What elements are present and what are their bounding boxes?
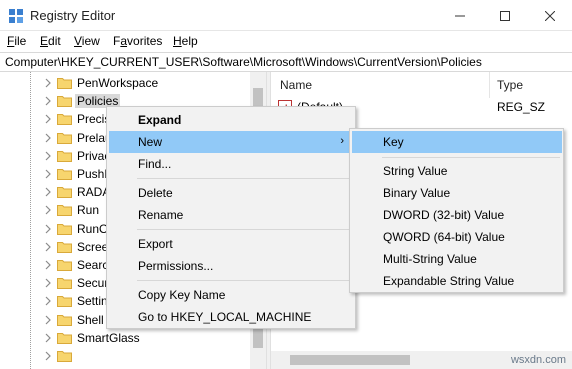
chevron-right-icon[interactable] <box>44 296 52 306</box>
tree-item-label: PenWorkspace <box>77 76 159 90</box>
values-scroll-thumb[interactable] <box>290 355 410 365</box>
menu-favorites[interactable]: Favorites <box>113 34 162 48</box>
new-binary-value[interactable]: Binary Value <box>352 182 562 204</box>
folder-icon <box>57 260 72 271</box>
chevron-right-icon[interactable] <box>44 78 52 88</box>
menu-file[interactable]: File <box>7 34 26 48</box>
new-qword-value[interactable]: QWORD (64-bit) Value <box>352 226 562 248</box>
submenu-arrow-icon: › <box>340 135 344 147</box>
ctx-export[interactable]: Export <box>109 233 354 255</box>
ctx-permissions[interactable]: Permissions... <box>109 255 354 277</box>
menu-separator <box>137 178 352 179</box>
folder-icon <box>57 205 72 217</box>
folder-icon <box>57 132 72 144</box>
chevron-right-icon[interactable] <box>44 169 52 179</box>
folder-icon <box>57 187 72 199</box>
ctx-expand[interactable]: Expand <box>109 109 354 131</box>
minimize-button[interactable] <box>437 0 482 31</box>
watermark: wsxdn.com <box>510 354 566 366</box>
ctx-delete[interactable]: Delete <box>109 182 354 204</box>
menu-separator <box>382 157 560 158</box>
column-divider[interactable] <box>489 72 490 98</box>
tree-item[interactable] <box>0 347 266 365</box>
chevron-right-icon[interactable] <box>44 242 52 252</box>
ctx-find[interactable]: Find... <box>109 153 354 175</box>
chevron-right-icon[interactable] <box>44 133 52 143</box>
tree-item-label: SmartGlass <box>77 330 140 345</box>
folder-icon <box>57 114 72 126</box>
chevron-right-icon[interactable] <box>44 333 52 343</box>
column-header-name[interactable]: Name <box>280 78 312 92</box>
tree-guide-line <box>30 72 31 369</box>
window-title: Registry Editor <box>30 8 116 23</box>
tree-item-label: Run <box>77 203 100 218</box>
chevron-right-icon[interactable] <box>44 187 52 197</box>
chevron-right-icon[interactable] <box>44 151 52 161</box>
new-submenu: Key String Value Binary Value DWORD (32-… <box>349 128 564 293</box>
new-dword-value[interactable]: DWORD (32-bit) Value <box>352 204 562 226</box>
ctx-goto-hklm[interactable]: Go to HKEY_LOCAL_MACHINE <box>109 306 354 328</box>
close-button[interactable] <box>527 0 572 31</box>
folder-icon <box>57 296 72 308</box>
folder-icon <box>57 314 72 326</box>
folder-icon <box>57 278 72 290</box>
new-expandable-string-value[interactable]: Expandable String Value <box>352 270 562 292</box>
folder-icon <box>57 241 72 253</box>
folder-icon <box>57 351 72 362</box>
menu-help[interactable]: Help <box>173 34 198 48</box>
tree-item[interactable]: PenWorkspace <box>0 74 266 92</box>
new-string-value[interactable]: String Value <box>352 160 562 182</box>
chevron-right-icon[interactable] <box>44 114 52 124</box>
folder-icon <box>57 150 72 162</box>
close-icon <box>544 10 555 21</box>
folder-icon <box>57 332 72 344</box>
tree-item[interactable]: SmartGlass <box>0 329 266 347</box>
menu-view[interactable]: View <box>74 34 100 48</box>
maximize-icon <box>499 10 510 21</box>
address-path: Computer\HKEY_CURRENT_USER\Software\Micr… <box>5 55 482 69</box>
chevron-right-icon[interactable] <box>44 278 52 288</box>
folder-icon <box>57 78 72 89</box>
registry-editor-icon <box>9 9 23 23</box>
value-type: REG_SZ <box>497 100 546 114</box>
address-bar[interactable]: Computer\HKEY_CURRENT_USER\Software\Micr… <box>0 52 572 72</box>
title-bar: Registry Editor <box>0 0 572 31</box>
chevron-right-icon[interactable] <box>44 224 52 234</box>
context-menu: Expand New › Find... Delete Rename Export… <box>106 106 356 329</box>
chevron-right-icon[interactable] <box>44 351 52 361</box>
chevron-right-icon[interactable] <box>44 205 52 215</box>
column-header-type[interactable]: Type <box>497 78 523 92</box>
chevron-right-icon[interactable] <box>44 260 52 270</box>
ctx-copy-key-name[interactable]: Copy Key Name <box>109 284 354 306</box>
new-multi-string-value[interactable]: Multi-String Value <box>352 248 562 270</box>
menu-separator <box>137 229 352 230</box>
chevron-right-icon[interactable] <box>44 96 52 106</box>
chevron-right-icon[interactable] <box>44 315 52 325</box>
menu-bar: File Edit View Favorites Help <box>0 31 572 52</box>
folder-icon <box>57 223 72 235</box>
minimize-icon <box>454 15 465 16</box>
folder-icon <box>57 169 72 180</box>
menu-edit[interactable]: Edit <box>40 34 61 48</box>
ctx-new[interactable]: New › <box>109 131 354 153</box>
new-key[interactable]: Key <box>352 131 562 153</box>
menu-separator <box>137 280 352 281</box>
folder-icon <box>57 96 72 108</box>
ctx-rename[interactable]: Rename <box>109 204 354 226</box>
maximize-button[interactable] <box>482 0 527 31</box>
